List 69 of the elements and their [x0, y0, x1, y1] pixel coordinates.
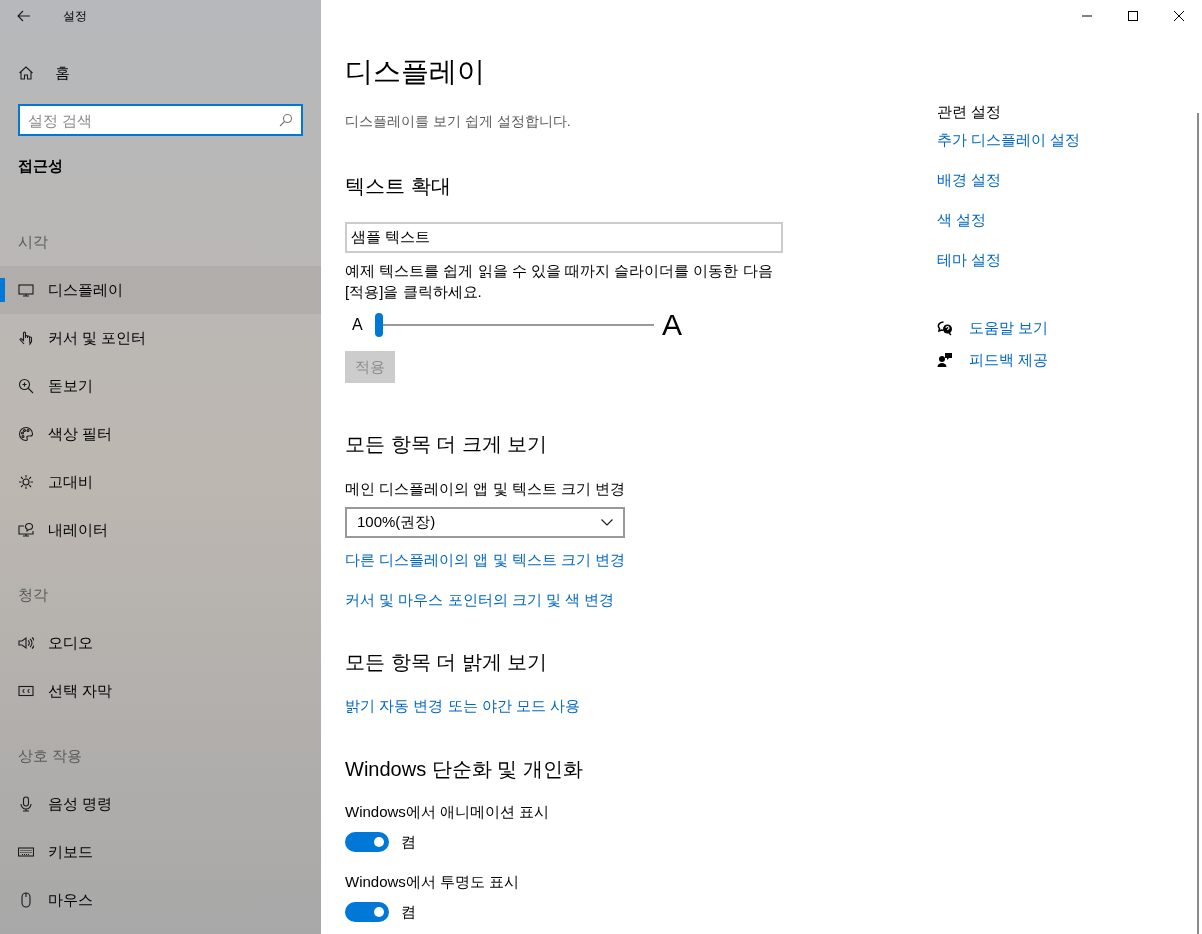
- captions-icon: [18, 683, 34, 699]
- sidebar-item[interactable]: 색상 필터: [0, 410, 321, 458]
- link[interactable]: 배경 설정: [937, 171, 1002, 188]
- page-title: 디스플레이: [345, 55, 486, 89]
- chevron-down-icon: [601, 519, 613, 526]
- magnifier-icon: [18, 378, 34, 394]
- sun-icon: [18, 474, 34, 490]
- search-icon: [279, 113, 293, 127]
- window-title: 설정: [63, 8, 87, 24]
- sidebar-item[interactable]: 내레이터: [0, 506, 321, 554]
- link[interactable]: 커서 및 마우스 포인터의 크기 및 색 변경: [345, 591, 615, 608]
- help-chat-icon: [937, 320, 953, 336]
- display-icon: [18, 282, 34, 298]
- related-heading: 관련 설정: [937, 102, 1003, 122]
- close-icon: [1174, 11, 1184, 21]
- speaker-icon: [18, 635, 34, 651]
- sidebar-item[interactable]: 디스플레이: [0, 266, 321, 314]
- mouse-icon: [18, 892, 34, 908]
- small-a-label: A: [351, 315, 364, 335]
- group-heading: 상호 작용: [17, 745, 84, 766]
- link[interactable]: 테마 설정: [937, 251, 1002, 268]
- sidebar-item[interactable]: 선택 자막: [0, 667, 321, 715]
- back-arrow-icon: [17, 10, 31, 22]
- section-heading: Windows 단순화 및 개인화: [345, 757, 584, 782]
- search-field[interactable]: 설정 검색: [18, 104, 303, 136]
- sidebar-item[interactable]: 음성 명령: [0, 780, 321, 828]
- toggle-state: 켬: [401, 831, 416, 852]
- section-title: 접근성: [17, 155, 64, 176]
- help-link[interactable]: 도움말 보기: [937, 318, 1081, 338]
- slider-thumb[interactable]: [375, 313, 383, 337]
- dropdown-label: 메인 디스플레이의 앱 및 텍스트 크기 변경: [345, 479, 626, 499]
- person-feedback-icon: [937, 352, 953, 368]
- large-a-label: A: [662, 309, 682, 341]
- section-heading: 텍스트 확대: [345, 174, 452, 199]
- narrator-icon: [18, 522, 34, 538]
- page-description: 디스플레이를 보기 쉽게 설정합니다.: [345, 112, 572, 131]
- sidebar-item[interactable]: 마우스: [0, 876, 321, 924]
- group-heading: 청각: [17, 584, 49, 605]
- palette-icon: [18, 426, 34, 442]
- sample-text-field[interactable]: 샘플 텍스트: [345, 222, 783, 253]
- toggle-switch[interactable]: [345, 832, 389, 852]
- toggle-label: Windows에서 애니메이션 표시: [345, 802, 551, 822]
- link[interactable]: 밝기 자동 변경 또는 야간 모드 사용: [345, 697, 580, 714]
- keyboard-icon: [18, 844, 34, 860]
- hint-text: 예제 텍스트를 쉽게 읽을 수 있을 때까지 슬라이더를 이동한 다음 [적용]을 클릭하세요.: [345, 261, 774, 302]
- toggle-label: Windows에서 투명도 표시: [345, 872, 521, 892]
- sidebar-item[interactable]: 키보드: [0, 828, 321, 876]
- slider-track[interactable]: [375, 313, 654, 337]
- microphone-icon: [18, 796, 34, 812]
- help-link[interactable]: 피드백 제공: [937, 350, 1081, 370]
- sidebar-item[interactable]: 오디오: [0, 619, 321, 667]
- hand-pointer-icon: [18, 330, 34, 346]
- link[interactable]: 추가 디스플레이 설정: [937, 131, 1081, 148]
- section-heading: 모든 항목 더 밝게 보기: [345, 650, 549, 675]
- toggle-state: 켬: [401, 901, 416, 922]
- link[interactable]: 다른 디스플레이의 앱 및 텍스트 크기 변경: [345, 551, 625, 568]
- link[interactable]: 색 설정: [937, 211, 987, 228]
- maximize-icon: [1128, 11, 1138, 21]
- scroll-bar[interactable]: [1197, 113, 1199, 934]
- sidebar-item[interactable]: 고대비: [0, 458, 321, 506]
- scale-dropdown[interactable]: 100%(권장): [345, 507, 625, 538]
- home-item[interactable]: 홈: [0, 49, 321, 97]
- sidebar-item[interactable]: 커서 및 포인터: [0, 314, 321, 362]
- group-heading: 시각: [17, 231, 49, 252]
- home-icon: [18, 65, 34, 81]
- toggle-switch[interactable]: [345, 902, 389, 922]
- section-heading: 모든 항목 더 크게 보기: [345, 432, 549, 457]
- selection-indicator: [0, 278, 5, 302]
- sidebar-item[interactable]: 돋보기: [0, 362, 321, 410]
